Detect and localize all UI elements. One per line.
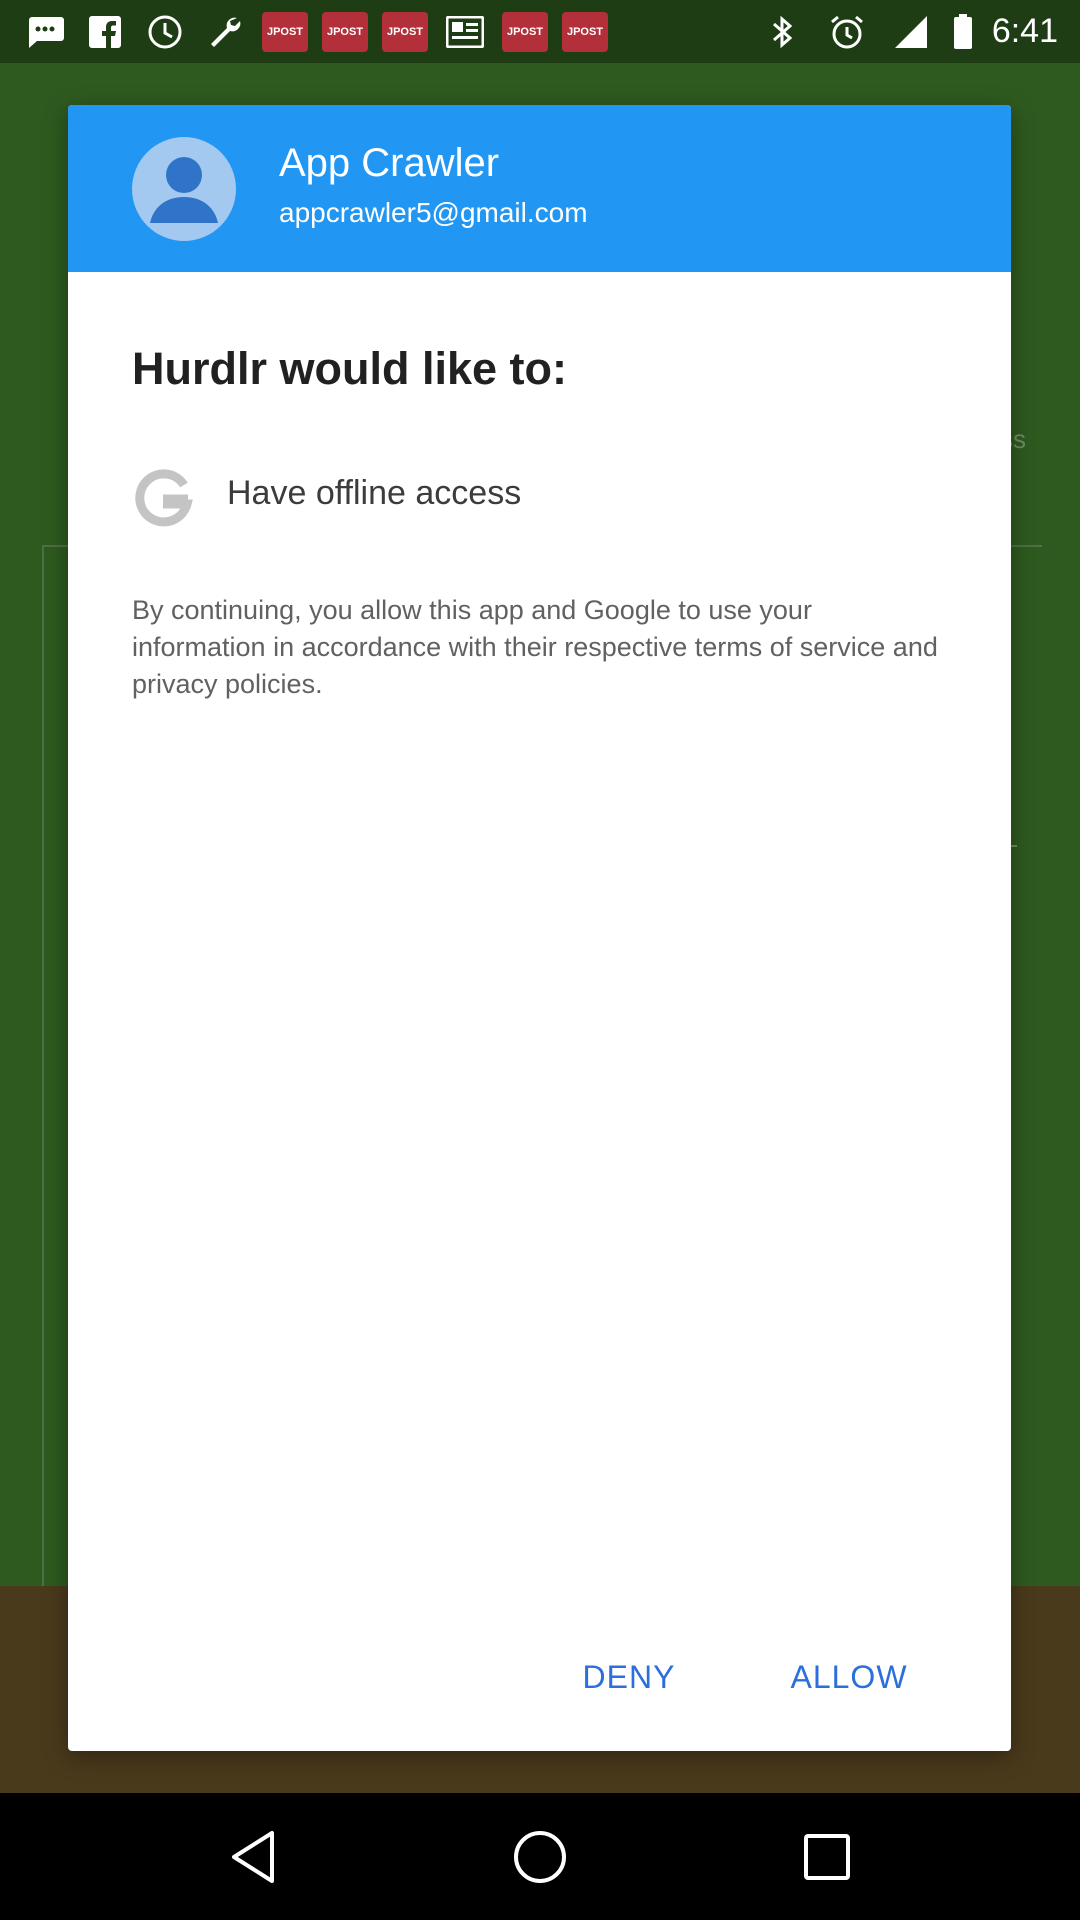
status-time: 6:41 <box>991 12 1058 50</box>
back-icon[interactable] <box>218 1822 288 1892</box>
request-title: Hurdlr would like to: <box>132 343 567 394</box>
account-email: appcrawler5@gmail.com <box>279 197 588 228</box>
person-icon <box>150 157 218 223</box>
account-header: App Crawler appcrawler5@gmail.com <box>68 105 1011 272</box>
avatar <box>132 137 236 241</box>
jpost-icon: JPOST <box>382 11 428 52</box>
home-icon[interactable] <box>505 1822 575 1892</box>
system-status-icons: 6:41 <box>760 12 1058 52</box>
wrench-icon <box>202 12 248 52</box>
jpost-icon: JPOST <box>562 11 608 52</box>
allow-button[interactable]: ALLOW <box>779 1642 919 1712</box>
news-icon <box>442 12 488 52</box>
jpost-icon: JPOST <box>502 11 548 52</box>
permission-item: Have offline access <box>132 462 932 532</box>
clock-icon <box>142 12 188 52</box>
alarm-icon <box>824 12 870 52</box>
recents-icon[interactable] <box>792 1822 862 1892</box>
signal-icon <box>888 12 934 52</box>
jpost-icon: JPOST <box>262 11 308 52</box>
account-name: App Crawler <box>279 141 500 185</box>
notification-icons: JPOST JPOST JPOST JPOST JPOST <box>22 11 760 52</box>
dialog-actions: DENY ALLOW <box>68 1642 1011 1712</box>
navigation-bar <box>0 1793 1080 1920</box>
status-bar: JPOST JPOST JPOST JPOST JPOST 6:41 <box>0 0 1080 63</box>
terms-disclaimer: By continuing, you allow this app and Go… <box>132 595 938 699</box>
battery-icon <box>952 12 974 52</box>
jpost-icon: JPOST <box>322 11 368 52</box>
facebook-icon <box>82 12 128 52</box>
chat-icon <box>22 12 68 52</box>
google-g-icon <box>132 466 194 528</box>
deny-button[interactable]: DENY <box>568 1642 690 1712</box>
permission-dialog: App Crawler appcrawler5@gmail.com Hurdlr… <box>68 105 1011 1751</box>
permission-label: Have offline access <box>227 474 522 512</box>
bluetooth-icon <box>760 12 806 52</box>
